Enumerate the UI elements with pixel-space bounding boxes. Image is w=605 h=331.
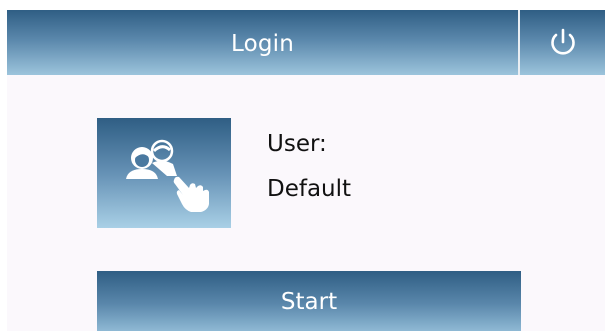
user-name: Default [267, 176, 352, 202]
power-icon [550, 28, 575, 55]
start-button[interactable]: Start [97, 271, 521, 331]
header-bar: Login [7, 10, 605, 75]
user-label: User: [267, 131, 327, 157]
start-button-label: Start [280, 289, 338, 315]
page-title: Login [230, 30, 295, 57]
user-switch-icon [126, 139, 209, 212]
power-button[interactable] [520, 10, 605, 75]
switch-user-button[interactable] [97, 118, 231, 228]
login-screen: Login User: Default Start [7, 10, 605, 331]
title-bar: Login [7, 10, 518, 75]
